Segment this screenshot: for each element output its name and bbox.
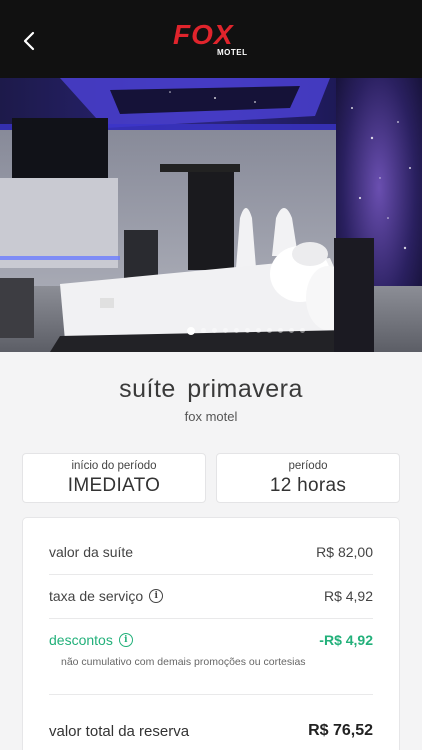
chevron-left-icon: [23, 31, 35, 51]
gallery-dot[interactable]: [267, 328, 272, 333]
period-label: período: [288, 460, 328, 472]
service-fee-label: taxa de serviço: [49, 588, 144, 604]
discount-label: descontos: [49, 632, 113, 648]
motel-name: fox motel: [184, 409, 238, 424]
discount-note: não cumulativo com demais promoções ou c…: [61, 656, 306, 668]
divider: [49, 694, 373, 695]
total-label: valor total da reserva: [49, 722, 190, 740]
info-icon[interactable]: i: [118, 633, 133, 647]
start-period-value: IMEDIATO: [67, 475, 161, 496]
period-value: 12 horas: [269, 475, 347, 496]
suite-photo: [0, 78, 422, 352]
gallery-dot[interactable]: [278, 328, 283, 333]
discount-value: -R$ 4,92: [319, 632, 373, 648]
start-period-label: início do período: [71, 460, 157, 472]
suite-price-label: valor da suíte: [49, 544, 134, 560]
gallery-dot[interactable]: [300, 328, 305, 333]
service-fee-row: taxa de serviço i R$ 4,92: [49, 588, 373, 604]
total-row: valor total da reserva R$ 76,52: [49, 722, 373, 740]
period-selector[interactable]: período 12 horas: [216, 453, 400, 503]
gallery-dot[interactable]: [212, 328, 217, 333]
gallery-dot[interactable]: [245, 328, 250, 333]
gallery-dot[interactable]: [201, 328, 206, 333]
suite-price-row: valor da suíte R$ 82,00: [49, 544, 373, 560]
start-period-selector[interactable]: início do período IMEDIATO: [22, 453, 206, 503]
divider: [49, 618, 373, 619]
discount-row: descontos i -R$ 4,92: [49, 632, 373, 648]
gallery-dot[interactable]: [256, 328, 261, 333]
suite-photo-gallery[interactable]: [0, 78, 422, 352]
gallery-dot[interactable]: [289, 328, 294, 333]
top-bar: FOX MOTEL: [0, 0, 422, 78]
suite-price-value: R$ 82,00: [316, 544, 373, 560]
service-fee-value: R$ 4,92: [323, 588, 373, 604]
divider: [49, 574, 373, 575]
gallery-dot[interactable]: [187, 326, 195, 335]
fox-motel-logo: FOX MOTEL: [173, 20, 249, 60]
price-summary-card: valor da suíte R$ 82,00 taxa de serviço …: [22, 517, 400, 750]
logo-brand: FOX: [173, 19, 234, 50]
gallery-dot[interactable]: [234, 328, 239, 333]
back-button[interactable]: [14, 26, 44, 56]
gallery-dot[interactable]: [223, 328, 228, 333]
total-value: R$ 76,52: [308, 722, 373, 739]
suite-name: suíte primavera: [119, 375, 303, 403]
info-icon[interactable]: i: [149, 589, 164, 603]
gallery-pagination[interactable]: [0, 326, 422, 335]
logo-sub: MOTEL: [217, 48, 248, 57]
